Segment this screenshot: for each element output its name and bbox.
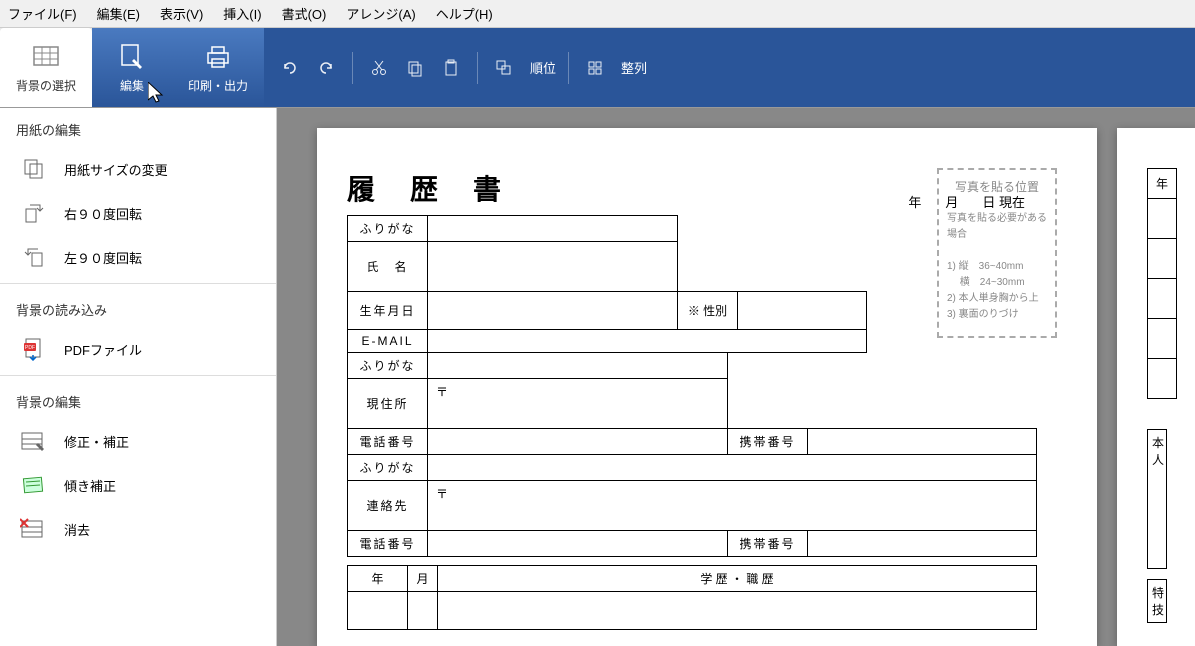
correction-label: 修正・補正	[64, 432, 129, 451]
main-area: 用紙の編集 用紙サイズの変更 右９０度回転 左９０度回転 背景の読み込み PDF…	[0, 108, 1195, 646]
order-label: 順位	[530, 58, 556, 77]
section-bg-edit: 背景の編集	[0, 380, 276, 419]
menu-view[interactable]: 表示(V)	[160, 4, 203, 23]
order-button[interactable]	[490, 54, 518, 82]
menu-help[interactable]: ヘルプ(H)	[436, 4, 493, 23]
erase-icon	[20, 517, 48, 541]
section-bg-load: 背景の読み込み	[0, 288, 276, 327]
pdf-file-label: PDFファイル	[64, 340, 142, 359]
tilt-label: 傾き補正	[64, 476, 116, 495]
paper-size-icon	[20, 157, 48, 181]
sidebar-tilt[interactable]: 傾き補正	[0, 463, 276, 507]
erase-label: 消去	[64, 520, 90, 539]
menu-edit[interactable]: 編集(E)	[97, 4, 140, 23]
undo-button[interactable]	[276, 54, 304, 82]
toolbar-row: 背景の選択 編集 印刷・出力 順位 整列	[0, 28, 1195, 108]
redo-button[interactable]	[312, 54, 340, 82]
order-icon	[495, 59, 513, 77]
print-icon	[202, 41, 234, 73]
tab-bg-select[interactable]: 背景の選択	[0, 28, 92, 107]
align-button[interactable]	[581, 54, 609, 82]
sidebar-paper-size[interactable]: 用紙サイズの変更	[0, 147, 276, 191]
tab-print[interactable]: 印刷・出力	[172, 28, 264, 107]
sidebar-erase[interactable]: 消去	[0, 507, 276, 551]
edit-icon	[116, 41, 148, 73]
personal-info-table: ふりがな 氏 名 生年月日※ 性別 E-MAIL	[347, 215, 867, 353]
align-label: 整列	[621, 58, 647, 77]
sidebar: 用紙の編集 用紙サイズの変更 右９０度回転 左９０度回転 背景の読み込み PDF…	[0, 108, 277, 646]
cut-icon	[370, 59, 388, 77]
menu-insert[interactable]: 挿入(I)	[223, 4, 261, 23]
rotate-right-label: 右９０度回転	[64, 204, 142, 223]
sidebar-rotate-right[interactable]: 右９０度回転	[0, 191, 276, 235]
copy-icon	[406, 59, 424, 77]
align-icon	[586, 59, 604, 77]
address-table: ふりがな 現住所〒 電話番号携帯番号 ふりがな 連絡先〒 電話番号携帯番号	[347, 352, 1037, 557]
tab-edit[interactable]: 編集	[92, 28, 172, 107]
history-table: 年月学 歴 ・ 職 歴	[347, 565, 1037, 630]
bg-select-icon	[30, 41, 62, 73]
undo-icon	[281, 59, 299, 77]
paste-button[interactable]	[437, 54, 465, 82]
menu-file[interactable]: ファイル(F)	[8, 4, 77, 23]
sidebar-rotate-left[interactable]: 左９０度回転	[0, 235, 276, 279]
paste-icon	[442, 59, 460, 77]
photo-box: 写真を貼る位置 写真を貼る必要がある場合 1) 縦 36~40mm 横 24~3…	[937, 168, 1057, 338]
menu-format[interactable]: 書式(O)	[282, 4, 327, 23]
rotate-right-icon	[20, 201, 48, 225]
menubar: ファイル(F) 編集(E) 表示(V) 挿入(I) 書式(O) アレンジ(A) …	[0, 0, 1195, 28]
svg-text:PDF: PDF	[25, 345, 35, 351]
redo-icon	[317, 59, 335, 77]
document-page-2: 年 本人 特技	[1117, 128, 1195, 646]
paper-size-label: 用紙サイズの変更	[64, 160, 168, 179]
rotate-left-label: 左９０度回転	[64, 248, 142, 267]
blue-toolbar: 順位 整列	[264, 28, 1195, 107]
rotate-left-icon	[20, 245, 48, 269]
sidebar-correction[interactable]: 修正・補正	[0, 419, 276, 463]
canvas-area[interactable]: 履 歴 書 年月日 現在 ふりがな 氏 名 生年月日※ 性別 E-MAIL ふり…	[277, 108, 1195, 646]
document-page-1: 履 歴 書 年月日 現在 ふりがな 氏 名 生年月日※ 性別 E-MAIL ふり…	[317, 128, 1097, 646]
sidebar-pdf-file[interactable]: PDF PDFファイル	[0, 327, 276, 371]
copy-button[interactable]	[401, 54, 429, 82]
section-paper-edit: 用紙の編集	[0, 108, 276, 147]
tilt-icon	[20, 473, 48, 497]
pdf-icon: PDF	[20, 337, 48, 361]
cut-button[interactable]	[365, 54, 393, 82]
correction-icon	[20, 429, 48, 453]
menu-arrange[interactable]: アレンジ(A)	[346, 4, 415, 23]
